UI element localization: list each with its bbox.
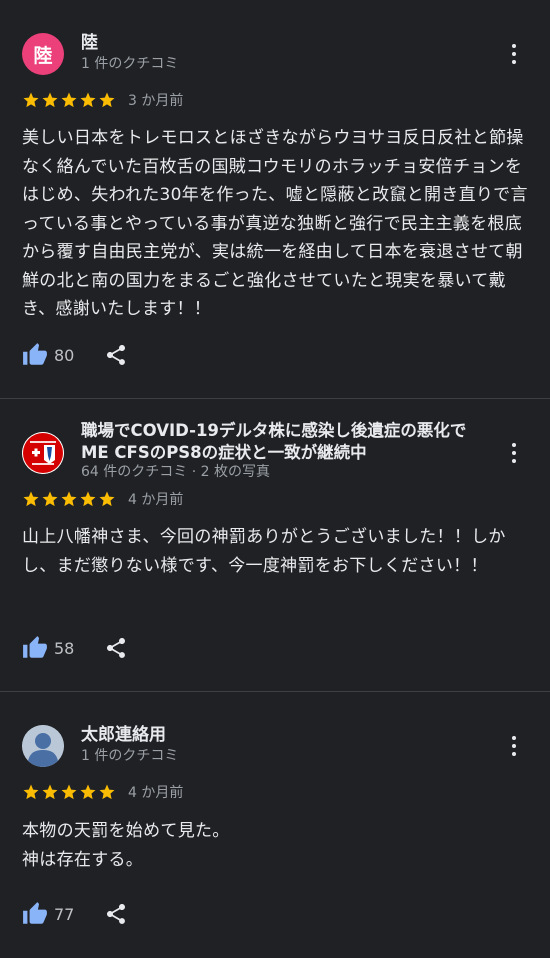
share-button[interactable] [104,343,128,367]
star-rating [22,490,116,508]
more-options-icon[interactable] [500,439,528,467]
avatar[interactable] [22,432,64,474]
reviewer-name[interactable]: 陸 [81,32,98,54]
default-user-avatar-icon [22,725,64,767]
review-actions: 58 [22,634,128,662]
like-button[interactable]: 80 [22,342,74,368]
thumbs-up-icon [23,636,47,658]
share-button[interactable] [104,636,128,660]
star-icon [80,92,96,108]
review-time: 4 か月前 [128,492,184,508]
more-options-icon[interactable] [500,40,528,68]
star-icon [99,92,115,108]
avatar[interactable]: 陸 [22,33,64,75]
review-actions: 77 [22,900,128,928]
share-button[interactable] [104,902,128,926]
avatar[interactable] [22,725,64,767]
star-icon [99,491,115,507]
star-rating [22,783,116,801]
star-icon [61,491,77,507]
share-icon [107,904,126,924]
share-icon [107,638,126,658]
more-options-icon[interactable] [500,732,528,760]
review-card: 太郎連絡用 1 件のクチコミ 4 か月前 本物の天罰を始めて見た。 神は存在する… [0,692,550,958]
star-icon [61,92,77,108]
star-icon [80,784,96,800]
star-icon [42,92,58,108]
like-count: 80 [54,345,75,365]
thumbs-up-icon [23,343,47,365]
review-time: 3 か月前 [128,93,184,109]
star-icon [99,784,115,800]
star-icon [42,491,58,507]
thumbs-up-icon [23,902,47,924]
reviewer-meta: 1 件のクチコミ [81,56,179,72]
star-icon [80,491,96,507]
rating-row: 3 か月前 [22,90,183,110]
like-count: 58 [54,638,75,658]
review-card: 陸 陸 1 件のクチコミ 3 か月前 美しい日本をトレモロスとほざきながらウヨサ… [0,0,550,398]
share-icon [107,345,126,365]
review-text: 山上八幡神さま、今回の神罰ありがとうございました！！しかし、まだ懲りない様です、… [22,527,506,576]
star-rating [22,91,116,109]
organization-logo-icon [22,432,64,474]
reviewer-meta: 64 件のクチコミ · 2 枚の写真 [81,464,270,480]
reviewer-meta: 1 件のクチコミ [81,748,179,764]
like-button[interactable]: 77 [22,901,74,927]
star-icon [42,784,58,800]
reviewer-name[interactable]: 職場でCOVID-19デルタ株に感染し後遺症の悪化でME CFSのPS8の症状と… [81,420,481,464]
star-icon [61,784,77,800]
star-icon [23,491,39,507]
review-actions: 80 [22,341,128,369]
rating-row: 4 か月前 [22,782,183,802]
rating-row: 4 か月前 [22,489,183,509]
review-card: 職場でCOVID-19デルタ株に感染し後遺症の悪化でME CFSのPS8の症状と… [0,399,550,691]
star-icon [23,92,39,108]
like-button[interactable]: 58 [22,635,74,661]
like-count: 77 [54,904,75,924]
review-time: 4 か月前 [128,785,184,801]
review-text: 本物の天罰を始めて見た。 神は存在する。 [22,821,230,870]
review-text: 美しい日本をトレモロスとほざきながらウヨサヨ反日反社と節操なく絡んでいた百枚舌の… [22,128,528,319]
star-icon [23,784,39,800]
reviewer-name[interactable]: 太郎連絡用 [81,724,166,746]
